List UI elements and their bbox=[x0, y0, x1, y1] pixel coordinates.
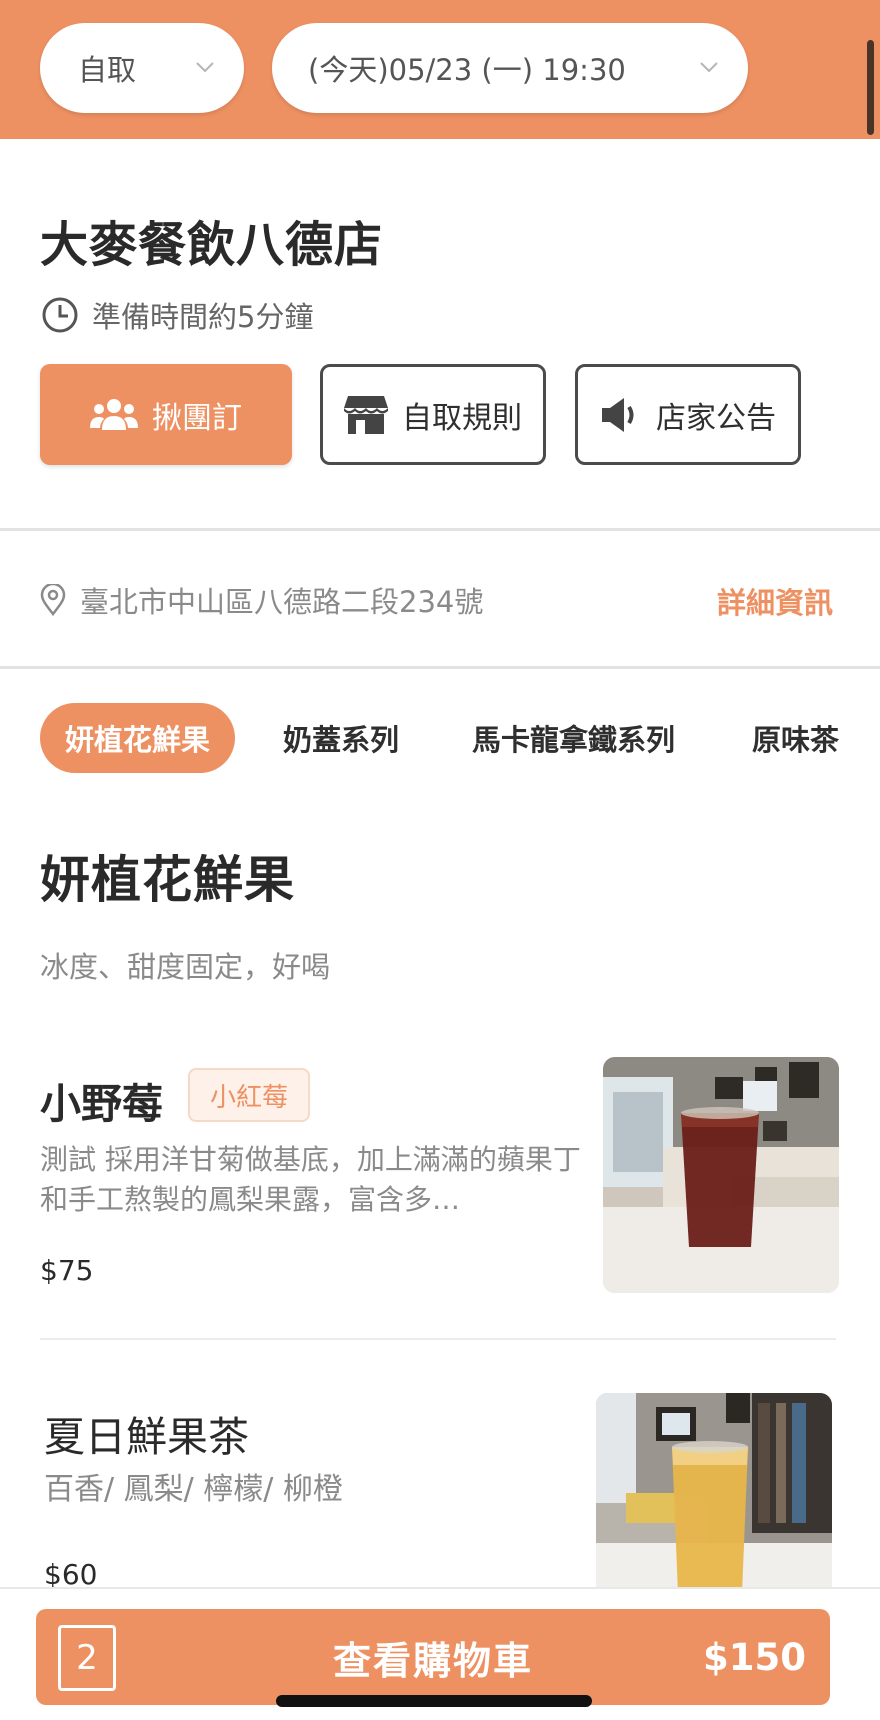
divider bbox=[0, 666, 880, 669]
tab-category-3[interactable]: 馬卡龍拿鐵系列 bbox=[472, 703, 675, 773]
tab-category-1[interactable]: 妍植花鮮果 bbox=[40, 703, 236, 773]
item-price: $75 bbox=[40, 1254, 94, 1287]
pickup-rules-button[interactable]: 自取規則 bbox=[320, 364, 546, 465]
tab-category-4[interactable]: 原味茶 bbox=[752, 703, 839, 773]
store-address: 臺北市中山區八德路二段234號 bbox=[40, 578, 483, 622]
divider bbox=[0, 528, 880, 531]
item-description: 百香/ 鳳梨/ 檸檬/ 柳橙 bbox=[44, 1472, 343, 1507]
section-description: 冰度、甜度固定，好喝 bbox=[40, 950, 331, 984]
item-name[interactable]: 小野莓 bbox=[40, 1070, 163, 1130]
top-bar: 自取 (今天)05/23 (一) 19:30 bbox=[0, 0, 880, 139]
group-order-button[interactable]: 揪團訂 bbox=[40, 364, 292, 465]
item-tag: 小紅莓 bbox=[188, 1068, 311, 1122]
prep-time-text: 準備時間約5分鐘 bbox=[92, 300, 314, 334]
store-name: 大麥餐飲八德店 bbox=[40, 217, 384, 273]
item-description: 測試 採用洋甘菊做基底，加上滿滿的蘋果丁和手工熬製的鳳梨果露，富含多… bbox=[40, 1143, 581, 1216]
location-pin-icon bbox=[40, 584, 66, 616]
item-name[interactable]: 夏日鮮果茶 bbox=[44, 1403, 249, 1463]
store-icon bbox=[344, 395, 388, 434]
store-announcement-label: 店家公告 bbox=[656, 400, 776, 436]
group-order-label: 揪團訂 bbox=[152, 400, 242, 436]
pickup-time-select[interactable]: (今天)05/23 (一) 19:30 bbox=[272, 23, 748, 113]
prep-time: 準備時間約5分鐘 bbox=[40, 290, 313, 340]
clock-icon bbox=[42, 297, 78, 333]
item-image[interactable] bbox=[596, 1393, 832, 1593]
tab-category-2[interactable]: 奶蓋系列 bbox=[283, 703, 399, 773]
view-cart-button[interactable]: 2 查看購物車 $150 bbox=[36, 1609, 830, 1705]
order-mode-select[interactable]: 自取 bbox=[40, 23, 244, 113]
order-mode-value: 自取 bbox=[78, 53, 137, 87]
chevron-down-icon bbox=[700, 62, 718, 73]
item-image[interactable] bbox=[603, 1057, 839, 1293]
cart-total: $150 bbox=[703, 1635, 806, 1679]
megaphone-icon bbox=[602, 397, 634, 432]
pickup-rules-label: 自取規則 bbox=[402, 400, 522, 436]
chevron-down-icon bbox=[196, 62, 214, 73]
store-detail-link[interactable]: 詳細資訊 bbox=[717, 580, 833, 622]
scrollbar[interactable] bbox=[867, 40, 874, 135]
store-announcement-button[interactable]: 店家公告 bbox=[575, 364, 801, 465]
store-address-text: 臺北市中山區八德路二段234號 bbox=[80, 585, 484, 619]
item-divider bbox=[40, 1338, 836, 1340]
pickup-time-value: (今天)05/23 (一) 19:30 bbox=[308, 53, 626, 87]
group-icon bbox=[90, 398, 138, 430]
category-tabs: 妍植花鮮果 奶蓋系列 馬卡龍拿鐵系列 原味茶 bbox=[40, 703, 840, 773]
section-title: 妍植花鮮果 bbox=[40, 851, 295, 909]
home-indicator[interactable] bbox=[276, 1695, 592, 1707]
